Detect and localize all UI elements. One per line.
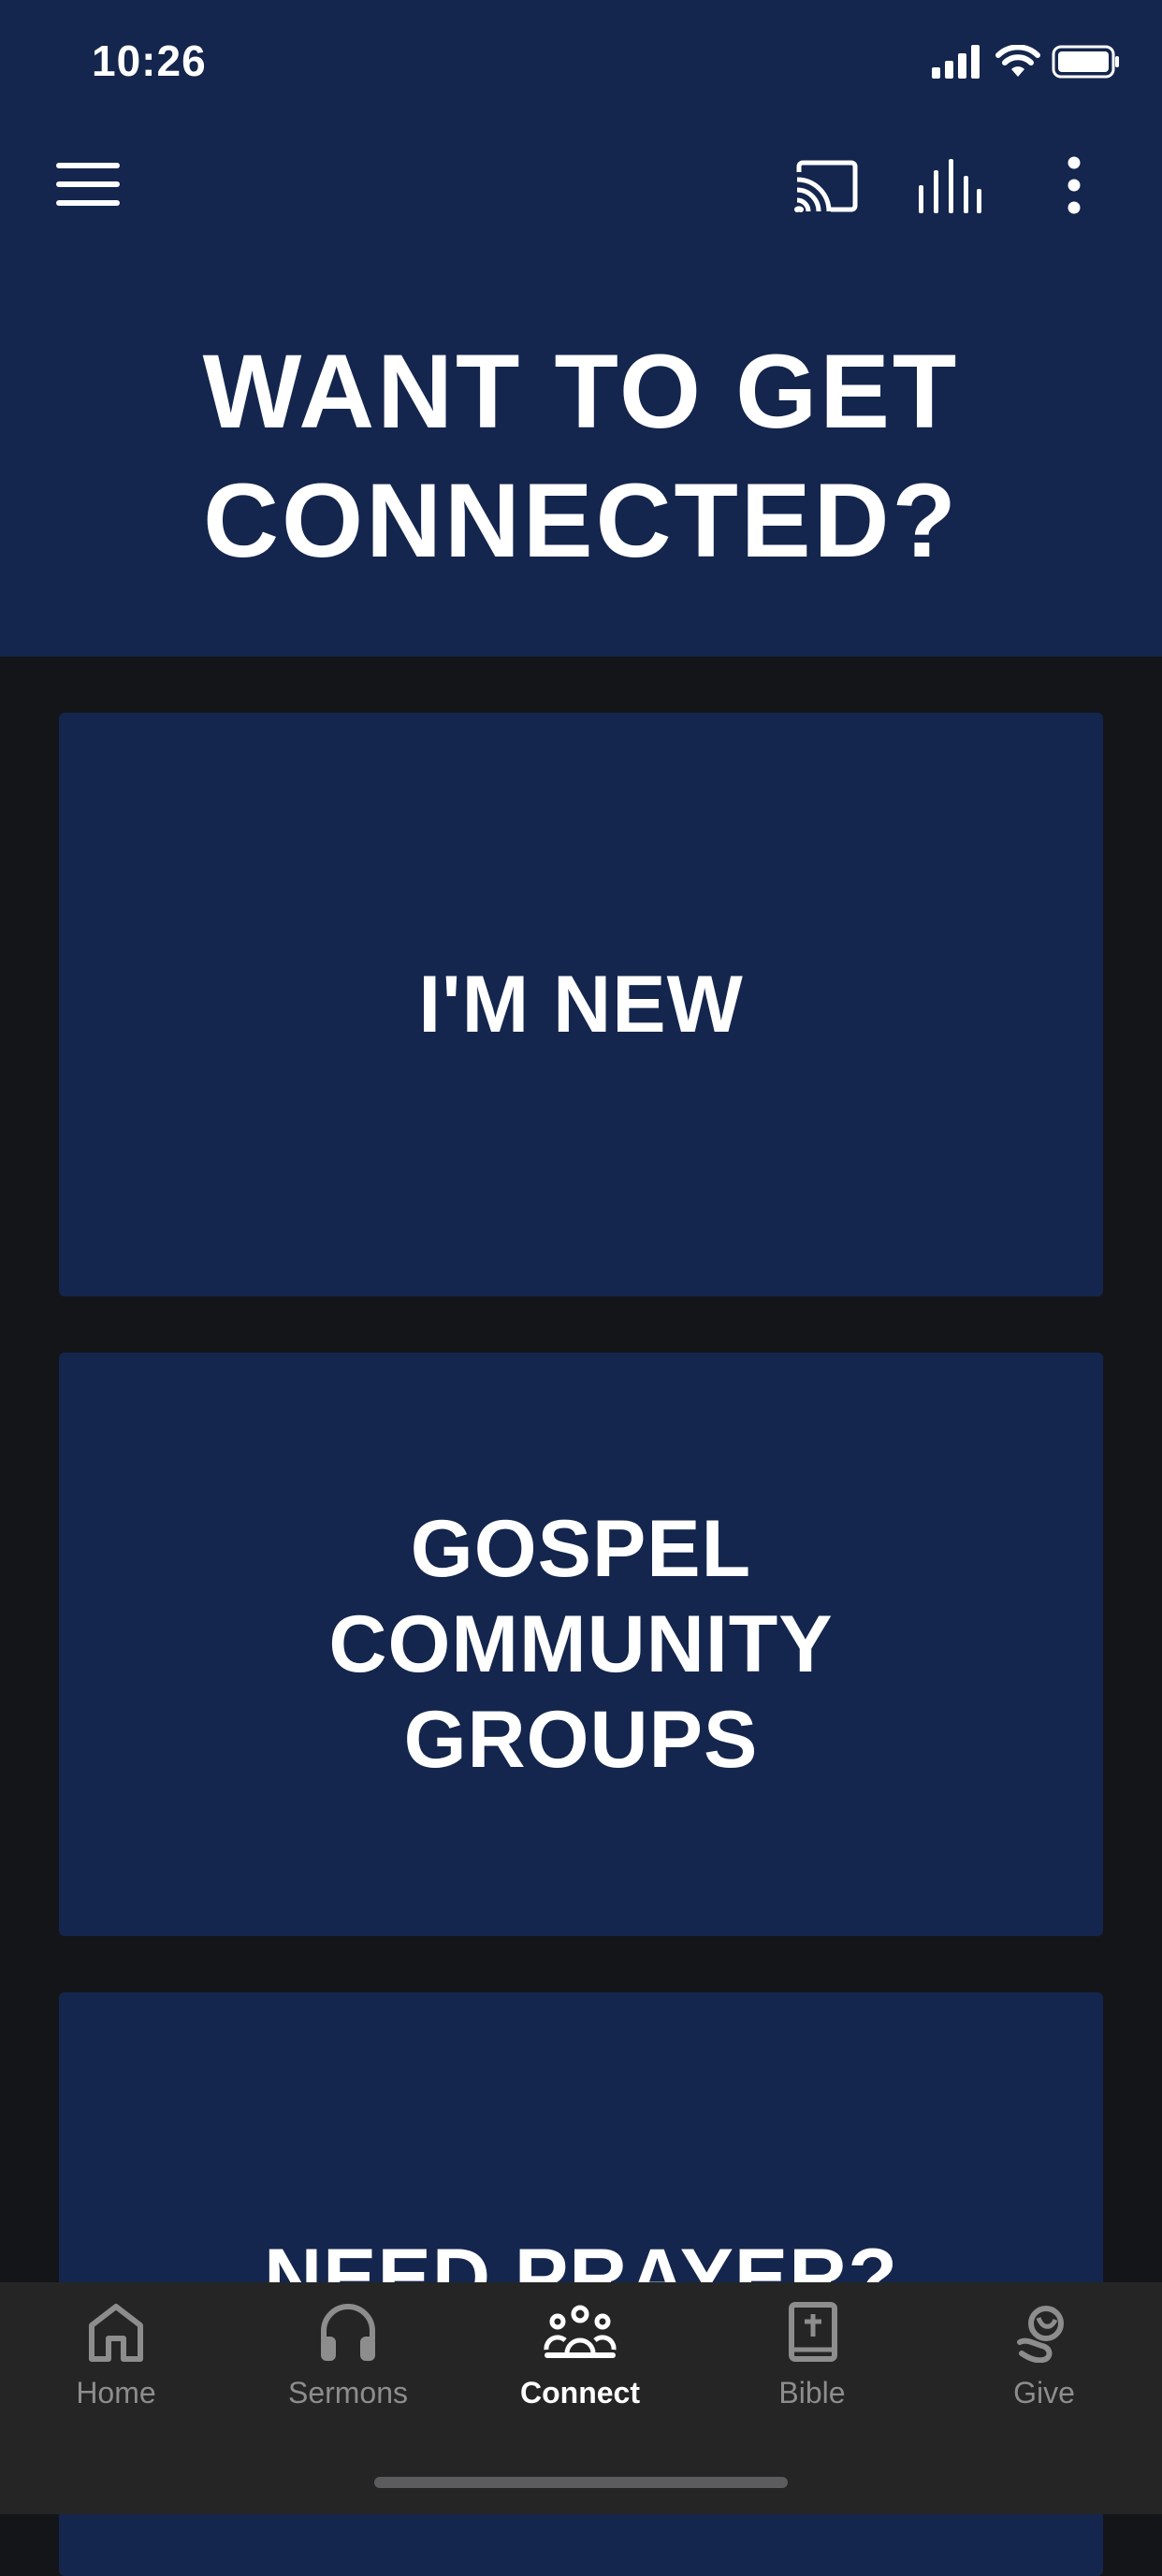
tab-label: Give bbox=[1013, 2376, 1075, 2410]
more-vertical-icon bbox=[1068, 156, 1081, 214]
bottom-tab-bar: Home Sermons Connect Bible Give bbox=[0, 2282, 1162, 2514]
wifi-icon bbox=[995, 45, 1040, 77]
card-label: GOSPEL COMMUNITY GROUPS bbox=[328, 1501, 833, 1787]
tab-label: Connect bbox=[520, 2376, 640, 2410]
card-label: I'M NEW bbox=[418, 957, 744, 1052]
give-icon bbox=[1017, 2306, 1064, 2363]
page-title: WANT TO GET CONNECTED? bbox=[0, 327, 1162, 586]
more-button[interactable] bbox=[1061, 155, 1087, 220]
hamburger-menu-icon bbox=[56, 163, 120, 206]
im-new-card[interactable]: I'M NEW bbox=[59, 713, 1103, 1296]
page-title-line-2: CONNECTED? bbox=[203, 462, 959, 579]
menu-button[interactable] bbox=[56, 161, 120, 214]
audio-button[interactable] bbox=[917, 159, 982, 218]
tab-give[interactable]: Give bbox=[928, 2301, 1160, 2460]
battery-icon bbox=[1052, 45, 1119, 79]
tab-label: Bible bbox=[778, 2376, 846, 2410]
headphones-icon bbox=[321, 2304, 375, 2361]
cast-button[interactable] bbox=[793, 159, 859, 218]
tab-home[interactable]: Home bbox=[0, 2301, 232, 2460]
page-title-line-1: WANT TO GET bbox=[202, 333, 960, 450]
cast-icon bbox=[794, 160, 858, 212]
card-label-line: GOSPEL bbox=[410, 1504, 752, 1594]
header: 10:26 WANT TO GET CONNECTED? bbox=[0, 0, 1162, 657]
signal-icon bbox=[932, 45, 980, 79]
audio-bars-icon bbox=[919, 159, 981, 213]
card-label-line: I'M NEW bbox=[418, 960, 744, 1049]
tab-connect[interactable]: Connect bbox=[464, 2301, 696, 2460]
tab-label: Sermons bbox=[287, 2376, 409, 2410]
bible-icon bbox=[789, 2302, 837, 2362]
tab-bible[interactable]: Bible bbox=[696, 2301, 928, 2460]
card-label-line: COMMUNITY bbox=[328, 1599, 834, 1689]
tab-sermons[interactable]: Sermons bbox=[232, 2301, 464, 2460]
gospel-community-groups-card[interactable]: GOSPEL COMMUNITY GROUPS bbox=[59, 1353, 1103, 1936]
home-indicator bbox=[374, 2477, 788, 2488]
home-icon bbox=[89, 2304, 143, 2362]
tab-label: Home bbox=[76, 2376, 156, 2410]
people-group-icon bbox=[544, 2305, 617, 2358]
status-time: 10:26 bbox=[92, 36, 207, 85]
card-label-line: GROUPS bbox=[403, 1695, 759, 1785]
